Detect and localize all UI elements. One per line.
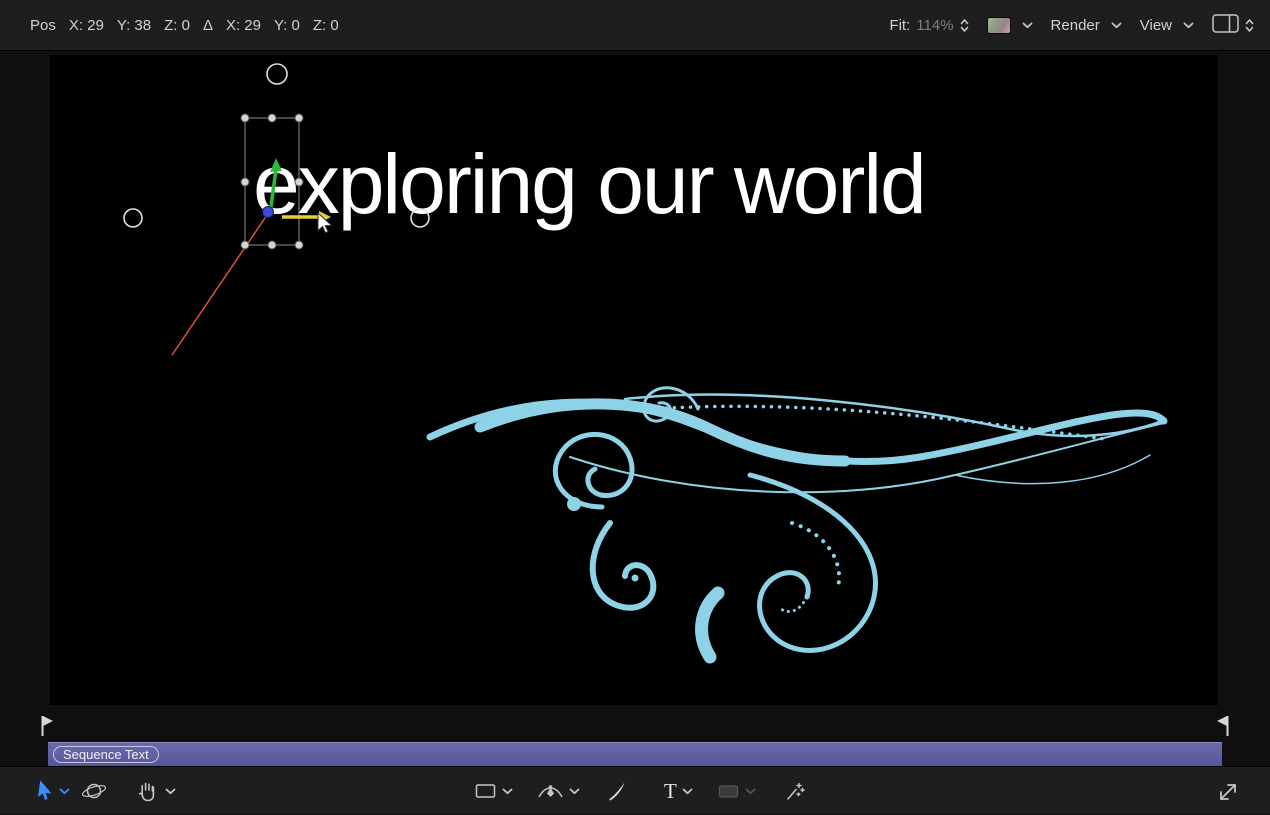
paint-stroke-icon: [606, 780, 628, 802]
orbit-3d-icon: [80, 780, 108, 802]
pos-z-value: Z: 0: [164, 17, 190, 34]
bezier-pen-tool[interactable]: [537, 780, 580, 802]
selection-bounding-box[interactable]: [241, 114, 303, 249]
play-range-in-marker[interactable]: [38, 714, 54, 743]
anchor-point[interactable]: [263, 207, 274, 218]
onscreen-control-circle[interactable]: [124, 209, 142, 227]
onscreen-control-circle[interactable]: [267, 64, 287, 84]
text-tool[interactable]: T: [664, 781, 693, 802]
zoom-stepper-icon[interactable]: [960, 18, 969, 33]
transform-handle[interactable]: [241, 241, 249, 249]
flourish-graphic[interactable]: [430, 388, 1164, 657]
track-name-label[interactable]: Sequence Text: [53, 746, 159, 763]
render-menu[interactable]: Render: [1051, 17, 1122, 34]
view-menu-label: View: [1140, 17, 1172, 34]
chevron-down-icon: [1111, 22, 1122, 29]
layout-stepper-icon: [1245, 18, 1254, 33]
timeline-track-sequence-text[interactable]: Sequence Text: [48, 742, 1222, 766]
color-channels-icon: [987, 17, 1011, 34]
tools-toolbar: T: [0, 766, 1270, 814]
transform-handle[interactable]: [295, 241, 303, 249]
pan-hand-tool[interactable]: [136, 780, 176, 802]
shape-tool[interactable]: [474, 780, 513, 802]
delta-z-value: Z: 0: [313, 17, 339, 34]
rectangle-shape-icon: [474, 780, 497, 802]
zoom-level-value: 114%: [916, 17, 953, 34]
chevron-down-icon[interactable]: [682, 788, 693, 795]
play-range-out-marker[interactable]: [1216, 714, 1232, 743]
toggle-fullscreen-button[interactable]: [1216, 780, 1240, 809]
hand-icon: [136, 780, 160, 802]
adjust-item-tool[interactable]: [784, 780, 806, 802]
pos-label: Pos: [30, 17, 56, 34]
fit-label: Fit:: [889, 17, 910, 34]
channels-menu[interactable]: [987, 17, 1033, 34]
mask-rectangle-icon: [717, 780, 740, 802]
delta-y-value: Y: 0: [274, 17, 300, 34]
select-transform-tool[interactable]: [34, 780, 70, 802]
transform-handle[interactable]: [268, 241, 276, 249]
zoom-fit-control[interactable]: Fit: 114%: [889, 17, 968, 34]
canvas-status-toolbar: Pos X: 29 Y: 38 Z: 0 Δ X: 29 Y: 0 Z: 0 F…: [0, 0, 1270, 51]
layout-panel-icon: [1212, 14, 1239, 37]
transform-handle[interactable]: [268, 114, 276, 122]
chevron-down-icon[interactable]: [165, 788, 176, 795]
chevron-down-icon[interactable]: [59, 788, 70, 795]
pos-x-value: X: 29: [69, 17, 104, 34]
chevron-down-icon[interactable]: [502, 788, 513, 795]
transform-handle[interactable]: [295, 114, 303, 122]
render-menu-label: Render: [1051, 17, 1100, 34]
transform-handle[interactable]: [295, 178, 303, 186]
y-axis-arrow[interactable]: [270, 158, 282, 207]
expand-diagonal-icon: [1216, 780, 1240, 804]
delta-label: Δ: [203, 17, 213, 34]
bezier-pen-icon: [537, 780, 564, 802]
position-readout: Pos X: 29 Y: 38 Z: 0 Δ X: 29 Y: 0 Z: 0: [30, 17, 339, 34]
chevron-down-icon: [1022, 22, 1033, 29]
select-arrow-icon: [34, 780, 54, 802]
paint-stroke-tool[interactable]: [606, 780, 628, 802]
text-tool-icon: T: [664, 781, 677, 802]
chevron-down-icon: [745, 788, 756, 795]
pos-y-value: Y: 38: [117, 17, 151, 34]
transform-handle[interactable]: [241, 178, 249, 186]
delta-x-value: X: 29: [226, 17, 261, 34]
chevron-down-icon[interactable]: [569, 788, 580, 795]
canvas[interactable]: exploring our world: [50, 55, 1218, 705]
view-menu[interactable]: View: [1140, 17, 1194, 34]
motion-path-line[interactable]: [172, 215, 267, 355]
magic-wand-icon: [784, 780, 806, 802]
transform-3d-tool[interactable]: [80, 780, 108, 802]
chevron-down-icon: [1183, 22, 1194, 29]
mask-tool-disabled: [717, 780, 756, 802]
onscreen-control-circle[interactable]: [411, 209, 429, 227]
window-layout-control[interactable]: [1212, 14, 1254, 37]
transform-handle[interactable]: [241, 114, 249, 122]
